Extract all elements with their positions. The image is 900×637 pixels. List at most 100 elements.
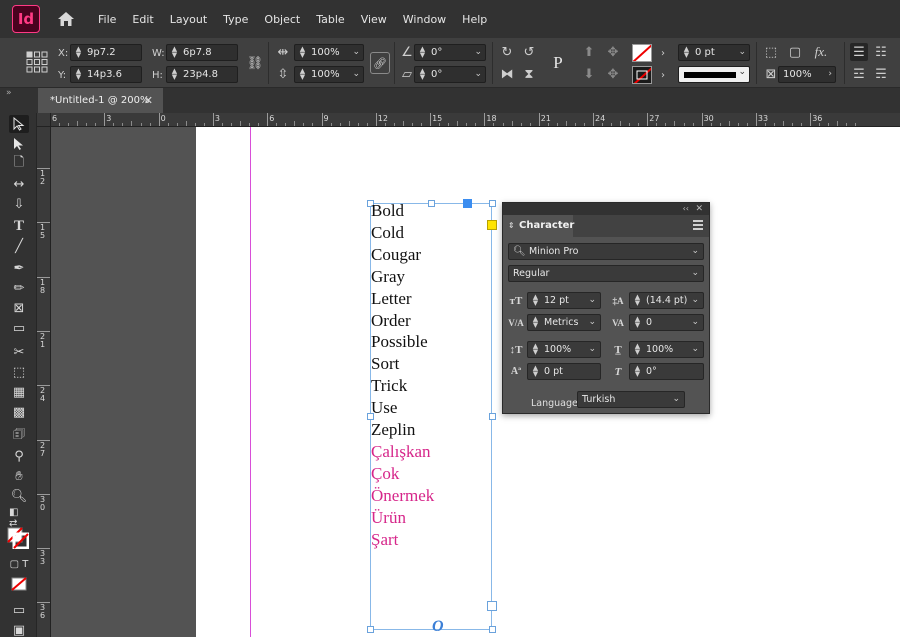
font-family-field[interactable]: 🔍︎ Minion Pro ⌄ (508, 243, 704, 260)
screen-mode-icon[interactable]: ▭ (9, 601, 29, 619)
menu-layout[interactable]: Layout (162, 13, 215, 26)
direct-selection-tool-icon[interactable] (9, 135, 29, 153)
eyedropper-tool-icon[interactable]: ⚲ (9, 447, 29, 465)
leading-field[interactable]: ▲ ▼ (14.4 pt) ⌄ (629, 292, 704, 309)
constrain-scale-icon[interactable]: 🔗︎ (370, 52, 390, 74)
stroke-type-dropdown[interactable]: ⌄ (678, 66, 750, 83)
character-tab[interactable]: ⇕ Character (503, 215, 574, 237)
menu-edit[interactable]: Edit (124, 13, 161, 26)
menu-window[interactable]: Window (395, 13, 454, 26)
close-tab-icon[interactable]: ✕ (144, 88, 153, 113)
menu-object[interactable]: Object (256, 13, 308, 26)
collapse-panel-icon[interactable]: ‹‹ (683, 203, 689, 215)
baseline-shift-field[interactable]: ▲ ▼ 0 pt (527, 363, 601, 380)
constrain-link-icon[interactable]: ⛓ (246, 54, 264, 72)
select-next-icon[interactable]: ✥ (604, 65, 622, 83)
rectangle-frame-tool-icon[interactable]: ⊠ (9, 299, 29, 317)
select-previous-icon[interactable]: ✥ (604, 43, 622, 61)
align-top-icon[interactable]: ☰ (850, 43, 868, 61)
select-content-icon[interactable]: ⬇ (580, 65, 598, 83)
frame-out-port[interactable] (487, 601, 497, 611)
tracking-field[interactable]: ▲ ▼ 0 ⌄ (629, 314, 704, 331)
flip-horizontal-icon[interactable]: ⧓ (498, 65, 516, 83)
fill-stroke-icon[interactable] (7, 527, 29, 549)
vertical-scale-field[interactable]: ▲ ▼ 100% ⌄ (527, 341, 601, 358)
gap-tool-icon[interactable]: ↔ (9, 175, 29, 193)
overflow-indicator[interactable]: O (432, 618, 444, 636)
skew-field[interactable]: ▲ ▼ 0° (629, 363, 704, 380)
drop-shadow-icon[interactable]: ▢ (786, 43, 804, 61)
panel-title-bar[interactable]: ‹‹ ✕ (503, 203, 709, 215)
app-logo[interactable]: Id (12, 5, 40, 33)
rotate-cw-icon[interactable]: ↻ (498, 43, 516, 61)
rectangle-tool-icon[interactable]: ▭ (9, 319, 29, 337)
formatting-affects-icon[interactable]: ▢ T (9, 555, 29, 573)
rotate-ccw-icon[interactable]: ↺ (520, 43, 538, 61)
page-tool-icon[interactable]: 🗋︎ (9, 155, 29, 173)
preview-mode-icon[interactable]: ▣ (9, 621, 29, 637)
menu-table[interactable]: Table (308, 13, 352, 26)
panel-menu-icon[interactable] (693, 220, 703, 230)
frame-handle-middle-right[interactable] (489, 413, 496, 420)
type-tool-icon[interactable]: T (9, 217, 29, 235)
select-container-icon[interactable]: ⬆ (580, 43, 598, 61)
document-tab[interactable]: *Untitled-1 @ 200% ✕ (38, 88, 163, 113)
frame-in-port[interactable] (463, 199, 472, 208)
scale-x-field[interactable]: ▲ ▼ 100% ⌄ (294, 44, 364, 61)
text-frame-options-icon[interactable]: ⬚ (762, 43, 780, 61)
shear-field[interactable]: ▲ ▼ 0° ⌄ (414, 66, 486, 83)
justify-vertical-icon[interactable]: ☴ (872, 65, 890, 83)
expand-toolbox-icon[interactable]: » (6, 88, 12, 98)
kerning-field[interactable]: ▲ ▼ Metrics ⌄ (527, 314, 601, 331)
home-icon[interactable] (56, 9, 76, 29)
stroke-swatch-icon[interactable] (632, 66, 652, 84)
line-tool-icon[interactable]: ╱ (9, 237, 29, 255)
content-collector-icon[interactable]: ⇩ (9, 195, 29, 213)
close-panel-icon[interactable]: ✕ (695, 203, 703, 215)
menu-file[interactable]: File (90, 13, 124, 26)
live-corner-widget[interactable] (487, 220, 497, 230)
stroke-dropdown-icon[interactable]: › (654, 66, 672, 84)
font-style-field[interactable]: Regular ⌄ (508, 265, 704, 282)
default-colors-icon[interactable]: ◧ ⇄ (9, 507, 29, 529)
effects-fx-icon[interactable]: fx. (812, 43, 830, 61)
gradient-feather-tool-icon[interactable]: ▩ (9, 403, 29, 421)
menu-help[interactable]: Help (454, 13, 495, 26)
frame-handle-top-right[interactable] (489, 200, 496, 207)
reference-point-icon[interactable] (26, 51, 48, 73)
frame-handle-bottom-right[interactable] (489, 626, 496, 633)
free-transform-tool-icon[interactable]: ⬚ (9, 363, 29, 381)
h-field[interactable]: ▲ ▼ 23p4.8 (166, 66, 238, 83)
scale-y-field[interactable]: ▲ ▼ 100% ⌄ (294, 66, 364, 83)
frame-handle-bottom-left[interactable] (367, 626, 374, 633)
ruler-origin[interactable] (37, 113, 51, 127)
hand-tool-icon[interactable]: ✋︎ (9, 467, 29, 485)
w-field[interactable]: ▲ ▼ 6p7.8 (166, 44, 238, 61)
y-field[interactable]: ▲ ▼ 14p3.6 (70, 66, 142, 83)
text-frame-content[interactable]: Bold Cold Cougar Gray Letter Order Possible Sor… (371, 200, 434, 551)
align-bottom-icon[interactable]: ☲ (850, 65, 868, 83)
align-center-icon[interactable]: ☷ (872, 43, 890, 61)
opacity-field[interactable]: 100% › (778, 66, 836, 83)
gradient-swatch-tool-icon[interactable]: ▦ (9, 383, 29, 401)
menu-type[interactable]: Type (215, 13, 256, 26)
pen-tool-icon[interactable]: ✒ (9, 259, 29, 277)
apply-none-icon[interactable] (9, 575, 29, 593)
horizontal-ruler[interactable]: 6 3 0 3 6 9 12 15 18 21 24 27 30 33 36 (37, 113, 900, 127)
rotate-field[interactable]: ▲ ▼ 0° ⌄ (414, 44, 486, 61)
menu-view[interactable]: View (353, 13, 395, 26)
zoom-tool-icon[interactable]: 🔍︎ (9, 487, 29, 505)
language-dropdown[interactable]: Turkish ⌄ (577, 391, 685, 408)
vertical-ruler[interactable]: 1 2 1 5 1 8 2 1 2 4 2 7 3 0 3 3 3 6 (37, 127, 51, 637)
pencil-tool-icon[interactable]: ✏ (9, 279, 29, 297)
flip-vertical-icon[interactable]: ⧗ (520, 65, 538, 83)
font-size-field[interactable]: ▲ ▼ 12 pt ⌄ (527, 292, 601, 309)
x-field[interactable]: ▲ ▼ 9p7.2 (70, 44, 142, 61)
stroke-weight-field[interactable]: ▲ ▼ 0 pt ⌄ (678, 44, 750, 61)
horizontal-scale-field[interactable]: ▲ ▼ 100% ⌄ (629, 341, 704, 358)
scissors-tool-icon[interactable]: ✂ (9, 343, 29, 361)
fill-dropdown-icon[interactable]: › (654, 44, 672, 62)
fill-swatch-none-icon[interactable] (632, 44, 652, 62)
note-tool-icon[interactable]: 🗊︎ (9, 427, 29, 445)
selection-tool-icon[interactable] (9, 115, 29, 133)
